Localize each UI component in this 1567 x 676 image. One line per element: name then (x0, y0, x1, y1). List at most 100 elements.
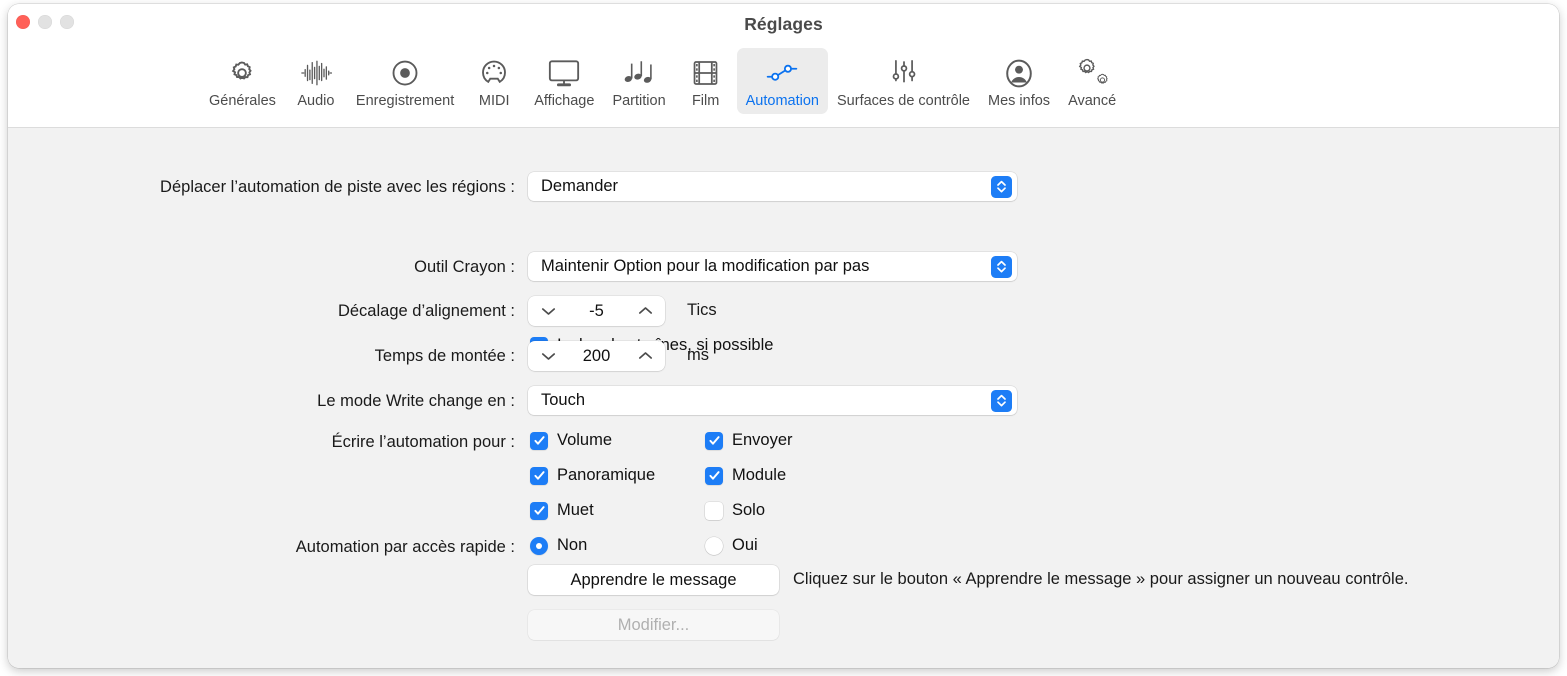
ramp-time-label-row: Temps de montée : (38, 345, 515, 367)
snap-offset-label-row: Décalage d’alignement : (38, 300, 515, 322)
waveform-icon (300, 54, 332, 92)
ramp-time-value: 200 (583, 347, 611, 366)
checkbox-muet[interactable] (530, 502, 548, 520)
snap-offset-value: -5 (589, 302, 604, 321)
pencil-tool-value: Maintenir Option pour la modification pa… (541, 257, 869, 276)
snap-offset-stepper[interactable]: -5 (528, 296, 665, 326)
minimize-button[interactable] (38, 15, 52, 29)
record-icon (390, 54, 420, 92)
tab-generales[interactable]: Générales (200, 48, 285, 114)
tab-avance[interactable]: Avancé (1059, 48, 1125, 114)
person-icon (1004, 54, 1034, 92)
checkbox-label: Module (732, 466, 786, 485)
display-icon (548, 54, 580, 92)
tab-film[interactable]: Film (675, 48, 737, 114)
checkbox-module[interactable] (705, 467, 723, 485)
automation-settings-pane: Déplacer l’automation de piste avec les … (8, 128, 1559, 668)
checkbox-solo[interactable] (705, 502, 723, 520)
tab-label: Partition (612, 93, 665, 109)
learn-message-hint: Cliquez sur le bouton « Apprendre le mes… (793, 570, 1408, 589)
stepper-increment-icon[interactable] (629, 341, 661, 371)
checkbox-volume[interactable] (530, 432, 548, 450)
pencil-tool-label: Outil Crayon : (414, 258, 515, 277)
radio-row-oui[interactable]: Oui (705, 536, 758, 555)
move-automation-label-row: Déplacer l’automation de piste avec les … (38, 176, 515, 198)
checkbox-row-module[interactable]: Module (705, 466, 786, 485)
checkbox-label: Muet (557, 501, 594, 520)
faders-icon (890, 54, 918, 92)
checkbox-row-panoramique[interactable]: Panoramique (530, 466, 655, 485)
snap-offset-unit: Tics (687, 301, 717, 320)
tab-affichage[interactable]: Affichage (525, 48, 603, 114)
checkbox-label: Envoyer (732, 431, 793, 450)
checkbox-label: Solo (732, 501, 765, 520)
radio-oui[interactable] (705, 537, 723, 555)
midi-din-icon (479, 54, 509, 92)
pencil-tool-popup[interactable]: Maintenir Option pour la modification pa… (528, 252, 1017, 281)
checkbox-label: Volume (557, 431, 612, 450)
edit-button[interactable]: Modifier... (528, 610, 779, 640)
tab-label: Film (692, 93, 719, 109)
ramp-time-stepper[interactable]: 200 (528, 341, 665, 371)
tab-audio[interactable]: Audio (285, 48, 347, 114)
checkbox-row-muet[interactable]: Muet (530, 501, 594, 520)
radio-non[interactable] (530, 537, 548, 555)
music-notes-icon (623, 54, 655, 92)
tab-label: Surfaces de contrôle (837, 93, 970, 109)
snap-offset-label: Décalage d’alignement : (338, 302, 515, 321)
write-mode-value: Touch (541, 391, 585, 410)
two-gears-icon (1076, 54, 1109, 92)
quick-access-label-row: Automation par accès rapide : (38, 536, 515, 558)
tab-partition[interactable]: Partition (603, 48, 674, 114)
film-strip-icon (692, 54, 719, 92)
checkbox-label: Panoramique (557, 466, 655, 485)
checkbox-panoramique[interactable] (530, 467, 548, 485)
checkbox-row-envoyer[interactable]: Envoyer (705, 431, 793, 450)
pencil-tool-label-row: Outil Crayon : (38, 256, 515, 278)
write-mode-label: Le mode Write change en : (317, 392, 515, 411)
move-automation-label: Déplacer l’automation de piste avec les … (160, 178, 515, 197)
chevron-updown-icon (991, 176, 1012, 198)
radio-row-non[interactable]: Non (530, 536, 587, 555)
automation-node-icon (765, 54, 799, 92)
learn-message-button[interactable]: Apprendre le message (528, 565, 779, 595)
stepper-decrement-icon[interactable] (532, 341, 564, 371)
move-automation-popup[interactable]: Demander (528, 172, 1017, 201)
tab-enregistrement[interactable]: Enregistrement (347, 48, 463, 114)
stepper-decrement-icon[interactable] (532, 296, 564, 326)
traffic-lights (16, 15, 74, 29)
checkbox-row-solo[interactable]: Solo (705, 501, 765, 520)
tab-label: Audio (297, 93, 334, 109)
quick-access-label: Automation par accès rapide : (296, 538, 515, 557)
write-automation-label-row: Écrire l’automation pour : (38, 431, 515, 453)
tab-label: Enregistrement (356, 93, 454, 109)
radio-label: Non (557, 536, 587, 555)
stepper-increment-icon[interactable] (629, 296, 661, 326)
tab-surfaces-de-controle[interactable]: Surfaces de contrôle (828, 48, 979, 114)
tab-label: Automation (746, 93, 819, 109)
window-titlebar: Réglages (8, 4, 1559, 44)
write-automation-label: Écrire l’automation pour : (332, 433, 515, 452)
tab-label: Avancé (1068, 93, 1116, 109)
write-mode-popup[interactable]: Touch (528, 386, 1017, 415)
tab-label: Mes infos (988, 93, 1050, 109)
settings-toolbar: Générales Audio Enregistrement (8, 44, 1559, 128)
tab-midi[interactable]: MIDI (463, 48, 525, 114)
chevron-updown-icon (991, 390, 1012, 412)
tab-mes-infos[interactable]: Mes infos (979, 48, 1059, 114)
checkbox-envoyer[interactable] (705, 432, 723, 450)
tab-automation[interactable]: Automation (737, 48, 828, 114)
ramp-time-label: Temps de montée : (375, 347, 515, 366)
ramp-time-unit: ms (687, 346, 709, 365)
radio-label: Oui (732, 536, 758, 555)
chevron-updown-icon (991, 256, 1012, 278)
window-title: Réglages (8, 14, 1559, 35)
tab-label: MIDI (479, 93, 510, 109)
write-mode-label-row: Le mode Write change en : (38, 390, 515, 412)
tab-label: Générales (209, 93, 276, 109)
settings-window: Réglages Générales Audio (8, 4, 1559, 668)
close-button[interactable] (16, 15, 30, 29)
move-automation-value: Demander (541, 177, 618, 196)
zoom-button[interactable] (60, 15, 74, 29)
checkbox-row-volume[interactable]: Volume (530, 431, 612, 450)
